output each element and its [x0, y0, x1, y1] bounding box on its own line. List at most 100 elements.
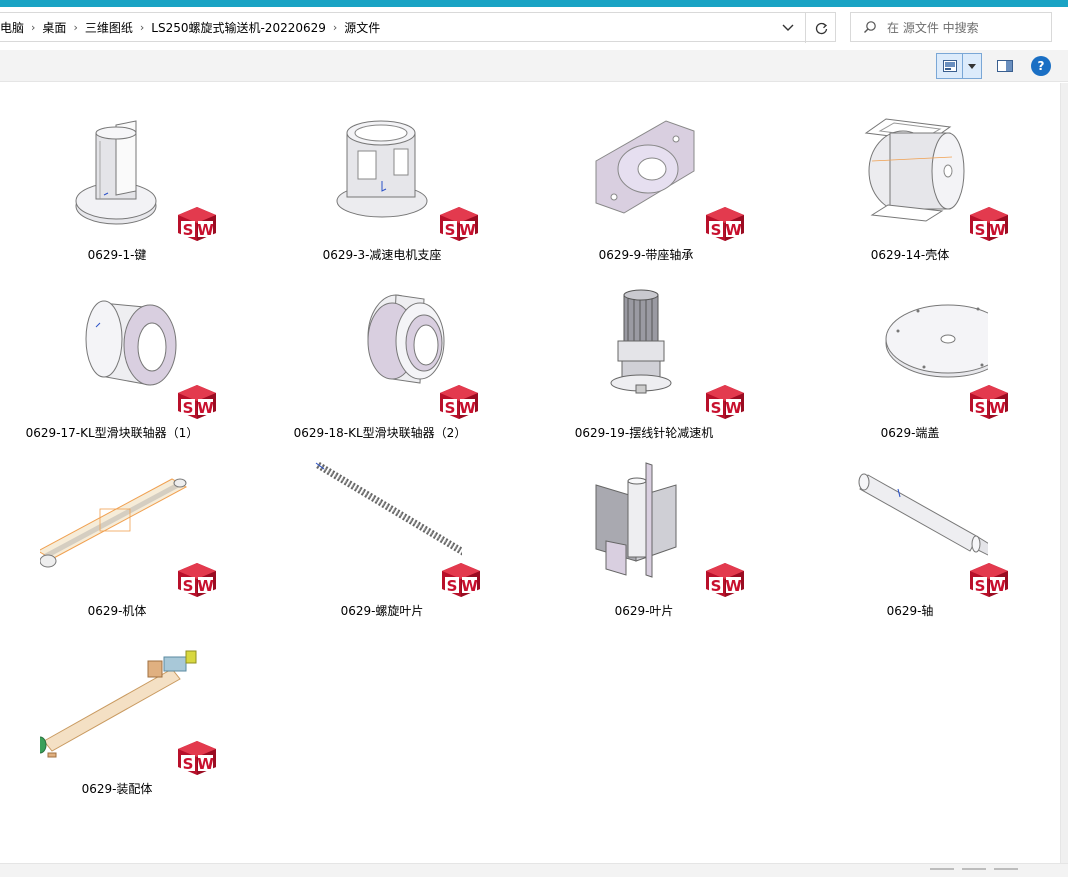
svg-text:W: W [725, 577, 742, 595]
svg-text:W: W [725, 221, 742, 239]
search-input[interactable]: 在 源文件 中搜索 [887, 19, 979, 36]
file-thumbnail [828, 279, 988, 429]
svg-text:W: W [459, 221, 476, 239]
svg-text:S: S [183, 399, 194, 417]
solidworks-file-icon: S W [970, 207, 1008, 241]
file-name: 0629-9-带座轴承 [598, 248, 694, 262]
breadcrumb-item-3d-drawings[interactable]: 三维图纸 [81, 19, 137, 36]
svg-text:S: S [445, 399, 456, 417]
svg-text:S: S [183, 577, 194, 595]
file-item[interactable]: S W 0629-9-带座轴承 [526, 101, 766, 271]
file-thumbnail [40, 101, 200, 251]
file-name: 0629-14-壳体 [870, 248, 950, 262]
svg-text:W: W [459, 399, 476, 417]
search-box[interactable]: 在 源文件 中搜索 [850, 12, 1052, 42]
solidworks-file-icon: S W [706, 207, 744, 241]
solidworks-file-icon: S W [178, 563, 216, 597]
large-icons-view-toggle[interactable] [962, 868, 986, 877]
file-item[interactable]: S W 0629-轴 [788, 457, 1028, 627]
file-item[interactable]: S W 0629-1-键 [0, 101, 240, 271]
file-item[interactable]: S W 0629-端盖 [788, 279, 1028, 449]
file-item[interactable]: S W 0629-17-KL型滑块联轴器（1） [0, 279, 240, 449]
file-name: 0629-19-摆线针轮减速机 [574, 426, 714, 440]
breadcrumb-item-project[interactable]: LS250螺旋式输送机-20220629 [147, 19, 330, 36]
address-bar: 电脑 › 桌面 › 三维图纸 › LS250螺旋式输送机-20220629 › … [0, 12, 1068, 44]
svg-text:S: S [975, 221, 986, 239]
file-thumbnail [566, 457, 726, 607]
svg-text:S: S [183, 755, 194, 773]
vertical-scrollbar[interactable] [1060, 83, 1068, 863]
file-thumbnail [566, 101, 726, 251]
file-thumbnail [566, 279, 726, 429]
window-top-accent [0, 0, 1068, 7]
solidworks-file-icon: S W [440, 207, 478, 241]
svg-text:W: W [725, 399, 742, 417]
file-item[interactable]: S W 0629-机体 [0, 457, 240, 627]
file-thumbnail [302, 457, 462, 607]
breadcrumb-separator-icon[interactable]: › [28, 21, 38, 34]
svg-text:S: S [975, 399, 986, 417]
svg-text:W: W [461, 577, 478, 595]
file-name: 0629-1-键 [87, 248, 147, 262]
breadcrumb-separator-icon[interactable]: › [137, 21, 147, 34]
file-item[interactable]: S W 0629-19-摆线针轮减速机 [526, 279, 766, 449]
file-name: 0629-轴 [886, 604, 934, 618]
solidworks-file-icon: S W [706, 563, 744, 597]
tiles-view-toggle[interactable] [994, 868, 1018, 877]
refresh-icon [815, 22, 827, 34]
svg-text:S: S [711, 221, 722, 239]
file-name: 0629-装配体 [81, 782, 153, 796]
status-bar [0, 863, 1068, 877]
svg-text:S: S [445, 221, 456, 239]
breadcrumb-item-desktop[interactable]: 桌面 [38, 19, 70, 36]
file-thumbnail [40, 635, 200, 785]
solidworks-file-icon: S W [970, 563, 1008, 597]
svg-text:W: W [989, 399, 1006, 417]
file-thumbnail [40, 457, 200, 607]
svg-text:S: S [183, 221, 194, 239]
file-item[interactable]: S W 0629-螺旋叶片 [262, 457, 502, 627]
breadcrumb-item-computer[interactable]: 电脑 [0, 19, 28, 36]
file-thumbnail [40, 279, 200, 429]
solidworks-file-icon: S W [178, 385, 216, 419]
breadcrumb[interactable]: 电脑 › 桌面 › 三维图纸 › LS250螺旋式输送机-20220629 › … [0, 12, 836, 43]
svg-text:S: S [447, 577, 458, 595]
file-name: 0629-17-KL型滑块联轴器（1） [25, 426, 199, 440]
file-thumbnail [828, 101, 988, 251]
svg-text:S: S [975, 577, 986, 595]
file-item[interactable]: S W 0629-18-KL型滑块联轴器（2） [262, 279, 502, 449]
view-icon[interactable] [937, 54, 963, 78]
file-item[interactable]: S W 0629-3-减速电机支座 [262, 101, 502, 271]
svg-text:S: S [711, 577, 722, 595]
view-toolbar: ? [0, 50, 1068, 82]
address-dropdown-button[interactable] [772, 13, 804, 43]
file-thumbnail [302, 279, 462, 429]
file-name: 0629-3-减速电机支座 [322, 248, 442, 262]
status-view-toggles [930, 868, 1018, 877]
solidworks-file-icon: S W [706, 385, 744, 419]
svg-text:W: W [197, 755, 214, 773]
view-options-dropdown[interactable] [963, 54, 981, 78]
refresh-button[interactable] [805, 13, 836, 43]
file-item[interactable]: S W 0629-叶片 [526, 457, 766, 627]
breadcrumb-item-source-files[interactable]: 源文件 [340, 19, 384, 36]
file-item[interactable]: S W 0629-14-壳体 [788, 101, 1028, 271]
search-icon [864, 21, 876, 33]
svg-text:W: W [989, 577, 1006, 595]
svg-text:W: W [197, 221, 214, 239]
svg-text:W: W [989, 221, 1006, 239]
solidworks-file-icon: S W [442, 563, 480, 597]
change-view-button[interactable] [936, 53, 982, 79]
file-thumbnail [828, 457, 988, 607]
help-icon[interactable]: ? [1031, 56, 1051, 76]
file-thumbnail [302, 101, 462, 251]
details-view-toggle[interactable] [930, 868, 954, 877]
preview-pane-icon [997, 60, 1013, 72]
file-name: 0629-螺旋叶片 [340, 604, 424, 618]
breadcrumb-separator-icon[interactable]: › [330, 21, 340, 34]
preview-pane-button[interactable] [994, 56, 1016, 76]
file-item[interactable]: S W 0629-装配体 [0, 635, 240, 805]
svg-text:S: S [711, 399, 722, 417]
chevron-down-icon [782, 24, 794, 31]
breadcrumb-separator-icon[interactable]: › [70, 21, 80, 34]
